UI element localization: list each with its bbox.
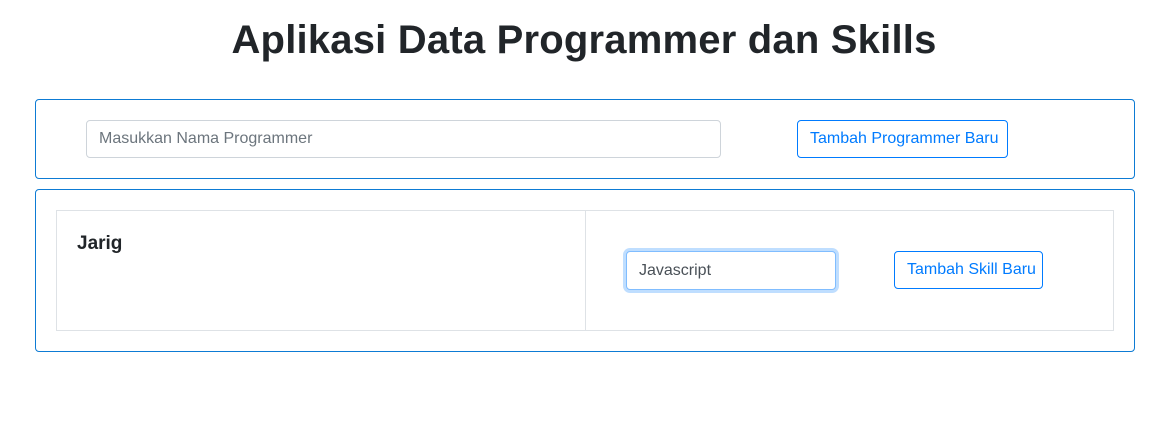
- add-skill-button[interactable]: Tambah Skill Baru: [894, 251, 1043, 289]
- skill-input[interactable]: [626, 251, 836, 290]
- add-programmer-card: Tambah Programmer Baru: [35, 99, 1135, 179]
- programmer-name-input[interactable]: [86, 120, 721, 158]
- programmer-row: Jarig Tambah Skill Baru: [56, 210, 1114, 331]
- programmer-name: Jarig: [77, 233, 123, 254]
- page-title: Aplikasi Data Programmer dan Skills: [231, 18, 937, 62]
- programmer-list-card: Jarig Tambah Skill Baru: [35, 189, 1135, 352]
- programmer-name-cell: Jarig: [57, 211, 586, 330]
- add-programmer-button[interactable]: Tambah Programmer Baru: [797, 120, 1008, 158]
- skill-cell: Tambah Skill Baru: [586, 211, 1113, 330]
